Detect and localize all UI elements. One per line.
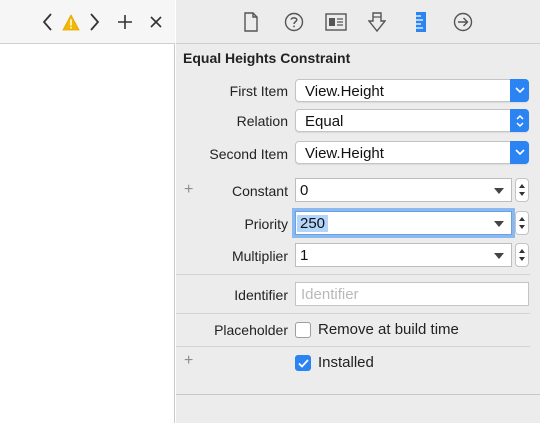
connections-icon[interactable]: [452, 11, 474, 33]
divider: [176, 394, 540, 395]
up-down-chevron-icon: [510, 109, 529, 132]
priority-combo[interactable]: 250: [295, 211, 512, 235]
constant-value: 0: [300, 182, 309, 199]
plus-icon[interactable]: [114, 10, 136, 34]
left-pane: [0, 0, 175, 423]
placeholder-label: Placeholder: [214, 322, 288, 338]
file-icon[interactable]: [240, 11, 262, 33]
constant-combo[interactable]: 0: [295, 178, 512, 202]
stepper-down-icon[interactable]: [519, 225, 525, 229]
relation-label: Relation: [236, 113, 288, 129]
first-item-popup[interactable]: View.Height: [295, 79, 529, 102]
add-constant-variation-button[interactable]: +: [184, 181, 193, 199]
chevron-down-icon: [510, 79, 529, 102]
stepper-up-icon[interactable]: [519, 217, 525, 221]
warning-icon[interactable]: [60, 10, 82, 34]
stepper-down-icon[interactable]: [519, 192, 525, 196]
dropdown-arrow-icon[interactable]: [494, 253, 504, 259]
dropdown-arrow-icon[interactable]: [494, 221, 504, 227]
constant-label: Constant: [231, 183, 288, 199]
priority-stepper[interactable]: [515, 211, 529, 235]
section-title: Equal Heights Constraint: [183, 50, 351, 66]
priority-label: Priority: [244, 216, 288, 232]
identity-icon[interactable]: [325, 11, 347, 33]
second-item-popup[interactable]: View.Height: [295, 141, 529, 164]
divider: [176, 346, 530, 347]
chevron-left-icon[interactable]: [37, 10, 59, 34]
remove-at-build-time-checkbox[interactable]: [295, 322, 311, 338]
constant-stepper[interactable]: [515, 178, 529, 202]
multiplier-stepper[interactable]: [515, 243, 529, 267]
multiplier-value: 1: [300, 247, 309, 264]
identifier-input[interactable]: [296, 283, 528, 305]
stepper-up-icon[interactable]: [519, 184, 525, 188]
add-installed-variation-button[interactable]: +: [184, 352, 193, 370]
relation-value: Equal: [305, 113, 344, 130]
first-item-value: View.Height: [305, 83, 384, 100]
relation-popup[interactable]: Equal: [295, 109, 529, 132]
second-item-value: View.Height: [305, 145, 384, 162]
divider: [176, 313, 530, 314]
first-item-label: First Item: [229, 83, 288, 99]
priority-value[interactable]: 250: [297, 215, 329, 232]
checkmark-icon: [297, 358, 309, 368]
multiplier-label: Multiplier: [231, 248, 288, 264]
size-inspector: Equal Heights Constraint First Item View…: [176, 0, 540, 423]
size-ruler-icon[interactable]: [410, 11, 432, 33]
stepper-down-icon[interactable]: [519, 257, 525, 261]
inspector-tab-bar: [176, 0, 540, 44]
identifier-field[interactable]: [295, 282, 529, 306]
multiplier-combo[interactable]: 1: [295, 243, 512, 267]
installed-checkbox[interactable]: [295, 355, 311, 371]
divider: [176, 274, 530, 275]
jump-bar: [0, 0, 175, 44]
installed-label[interactable]: Installed: [318, 354, 374, 371]
second-item-label: Second Item: [209, 146, 288, 162]
dropdown-arrow-icon[interactable]: [494, 188, 504, 194]
close-icon[interactable]: [145, 10, 167, 34]
help-icon[interactable]: [283, 11, 305, 33]
identifier-label: Identifier: [234, 287, 288, 303]
chevron-right-icon[interactable]: [83, 10, 105, 34]
remove-at-build-time-label[interactable]: Remove at build time: [318, 321, 459, 338]
stepper-up-icon[interactable]: [519, 249, 525, 253]
attributes-icon[interactable]: [366, 11, 388, 33]
chevron-down-icon: [510, 141, 529, 164]
